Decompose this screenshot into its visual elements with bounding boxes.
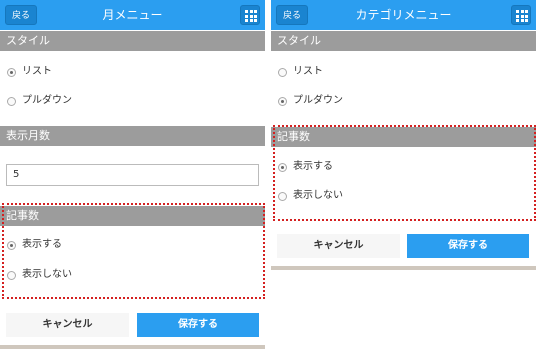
- grid-icon: [245, 10, 257, 22]
- category-menu-panel: 戻る カテゴリメニュー スタイル リスト プルダウン 記事数 表示する 表示しな…: [271, 0, 536, 280]
- months-section-header: 表示月数: [0, 126, 265, 146]
- count-option-show[interactable]: 表示する: [0, 230, 265, 260]
- radio-checked-icon[interactable]: [278, 163, 287, 172]
- page-title: カテゴリメニュー: [355, 8, 452, 22]
- cancel-button[interactable]: キャンセル: [6, 313, 129, 337]
- count-option-show[interactable]: 表示する: [271, 152, 536, 182]
- option-label: 表示しない: [293, 190, 343, 201]
- radio-checked-icon[interactable]: [278, 97, 287, 106]
- radio-checked-icon[interactable]: [7, 241, 16, 250]
- save-button[interactable]: 保存する: [137, 313, 259, 337]
- option-label: 表示する: [22, 239, 62, 250]
- style-section-header: スタイル: [0, 31, 265, 51]
- style-option-list[interactable]: リスト: [271, 57, 536, 87]
- count-option-hide[interactable]: 表示しない: [0, 260, 265, 290]
- radio-unchecked-icon[interactable]: [278, 192, 287, 201]
- page-title: 月メニュー: [102, 8, 163, 22]
- cancel-button[interactable]: キャンセル: [277, 234, 400, 258]
- style-option-pulldown[interactable]: プルダウン: [271, 86, 536, 116]
- style-option-list[interactable]: リスト: [0, 57, 265, 87]
- style-option-pulldown[interactable]: プルダウン: [0, 86, 265, 116]
- count-option-hide[interactable]: 表示しない: [271, 181, 536, 211]
- radio-unchecked-icon[interactable]: [278, 68, 287, 77]
- grid-menu-button[interactable]: [240, 5, 260, 25]
- bottom-strip: [271, 266, 536, 270]
- radio-checked-icon[interactable]: [7, 68, 16, 77]
- bottom-strip: [0, 345, 265, 349]
- option-label: リスト: [293, 66, 323, 77]
- style-section-header: スタイル: [271, 31, 536, 51]
- grid-menu-button[interactable]: [511, 5, 531, 25]
- option-label: プルダウン: [22, 95, 72, 106]
- radio-unchecked-icon[interactable]: [7, 97, 16, 106]
- save-button[interactable]: 保存する: [407, 234, 529, 258]
- header-bar: 戻る カテゴリメニュー: [271, 0, 536, 30]
- count-section-header: 記事数: [0, 206, 265, 226]
- radio-unchecked-icon[interactable]: [7, 271, 16, 280]
- grid-icon: [516, 10, 528, 22]
- header-bar: 戻る 月メニュー: [0, 0, 265, 30]
- option-label: プルダウン: [293, 95, 343, 106]
- month-menu-panel: 戻る 月メニュー スタイル リスト プルダウン 表示月数 5 記事数 表示する …: [0, 0, 265, 349]
- months-input[interactable]: 5: [6, 164, 259, 186]
- option-label: 表示しない: [22, 269, 72, 280]
- option-label: 表示する: [293, 161, 333, 172]
- count-section-header: 記事数: [271, 127, 536, 147]
- option-label: リスト: [22, 66, 52, 77]
